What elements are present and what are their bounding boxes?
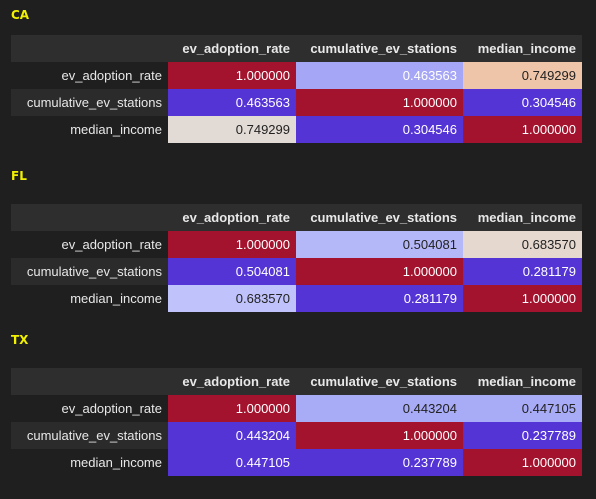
corner-cell bbox=[11, 35, 168, 62]
header-row: ev_adoption_rate cumulative_ev_stations … bbox=[11, 204, 582, 231]
row-header: median_income bbox=[11, 116, 168, 143]
section-title: TX bbox=[11, 333, 29, 347]
table-row: ev_adoption_rate 1.000000 0.443204 0.447… bbox=[11, 395, 582, 422]
row-header: cumulative_ev_stations bbox=[11, 422, 168, 449]
header-row: ev_adoption_rate cumulative_ev_stations … bbox=[11, 368, 582, 395]
column-header: cumulative_ev_stations bbox=[296, 204, 463, 231]
column-header: median_income bbox=[463, 204, 582, 231]
corr-cell: 1.000000 bbox=[296, 422, 463, 449]
column-header: ev_adoption_rate bbox=[168, 35, 296, 62]
section-title: FL bbox=[11, 169, 27, 183]
table-row: median_income 0.683570 0.281179 1.000000 bbox=[11, 285, 582, 312]
row-header: ev_adoption_rate bbox=[11, 62, 168, 89]
table-row: ev_adoption_rate 1.000000 0.504081 0.683… bbox=[11, 231, 582, 258]
corr-cell: 0.683570 bbox=[463, 231, 582, 258]
table-row: median_income 0.749299 0.304546 1.000000 bbox=[11, 116, 582, 143]
row-header: cumulative_ev_stations bbox=[11, 89, 168, 116]
column-header: median_income bbox=[463, 368, 582, 395]
corner-cell bbox=[11, 204, 168, 231]
corr-cell: 0.463563 bbox=[168, 89, 296, 116]
correlation-table: ev_adoption_rate cumulative_ev_stations … bbox=[11, 35, 582, 143]
row-header: cumulative_ev_stations bbox=[11, 258, 168, 285]
row-header: median_income bbox=[11, 285, 168, 312]
section-title: CA bbox=[11, 8, 30, 22]
corr-cell: 1.000000 bbox=[168, 231, 296, 258]
correlation-table: ev_adoption_rate cumulative_ev_stations … bbox=[11, 368, 582, 476]
corr-cell: 1.000000 bbox=[296, 89, 463, 116]
corr-cell: 0.463563 bbox=[296, 62, 463, 89]
corr-cell: 0.447105 bbox=[168, 449, 296, 476]
corr-cell: 1.000000 bbox=[296, 258, 463, 285]
corr-cell: 0.281179 bbox=[296, 285, 463, 312]
table-row: cumulative_ev_stations 0.504081 1.000000… bbox=[11, 258, 582, 285]
table-row: cumulative_ev_stations 0.443204 1.000000… bbox=[11, 422, 582, 449]
corr-cell: 0.683570 bbox=[168, 285, 296, 312]
corr-cell: 0.749299 bbox=[463, 62, 582, 89]
row-header: ev_adoption_rate bbox=[11, 231, 168, 258]
row-header: median_income bbox=[11, 449, 168, 476]
corr-cell: 0.443204 bbox=[296, 395, 463, 422]
corr-cell: 1.000000 bbox=[168, 395, 296, 422]
column-header: ev_adoption_rate bbox=[168, 368, 296, 395]
corr-cell: 0.281179 bbox=[463, 258, 582, 285]
corner-cell bbox=[11, 368, 168, 395]
corr-cell: 0.443204 bbox=[168, 422, 296, 449]
corr-cell: 0.749299 bbox=[168, 116, 296, 143]
corr-cell: 1.000000 bbox=[463, 116, 582, 143]
corr-cell: 1.000000 bbox=[168, 62, 296, 89]
corr-cell: 0.447105 bbox=[463, 395, 582, 422]
corr-cell: 1.000000 bbox=[463, 449, 582, 476]
table-row: ev_adoption_rate 1.000000 0.463563 0.749… bbox=[11, 62, 582, 89]
table-row: median_income 0.447105 0.237789 1.000000 bbox=[11, 449, 582, 476]
corr-cell: 0.504081 bbox=[296, 231, 463, 258]
corr-cell: 0.237789 bbox=[463, 422, 582, 449]
correlation-table: ev_adoption_rate cumulative_ev_stations … bbox=[11, 204, 582, 312]
table-row: cumulative_ev_stations 0.463563 1.000000… bbox=[11, 89, 582, 116]
corr-cell: 0.304546 bbox=[463, 89, 582, 116]
column-header: ev_adoption_rate bbox=[168, 204, 296, 231]
corr-cell: 1.000000 bbox=[463, 285, 582, 312]
corr-cell: 0.237789 bbox=[296, 449, 463, 476]
row-header: ev_adoption_rate bbox=[11, 395, 168, 422]
corr-cell: 0.504081 bbox=[168, 258, 296, 285]
column-header: cumulative_ev_stations bbox=[296, 368, 463, 395]
corr-cell: 0.304546 bbox=[296, 116, 463, 143]
column-header: median_income bbox=[463, 35, 582, 62]
column-header: cumulative_ev_stations bbox=[296, 35, 463, 62]
header-row: ev_adoption_rate cumulative_ev_stations … bbox=[11, 35, 582, 62]
